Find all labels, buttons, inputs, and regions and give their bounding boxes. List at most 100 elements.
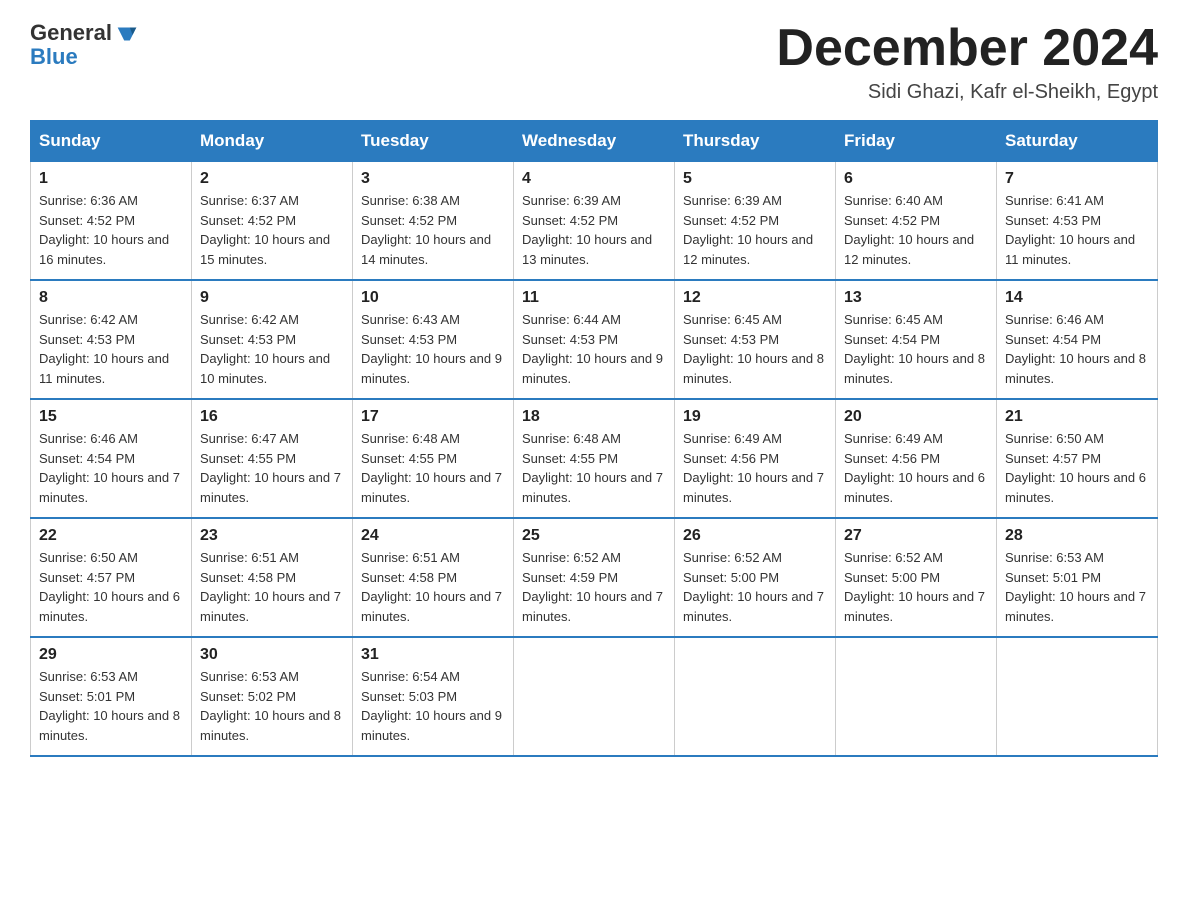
table-row: 5 Sunrise: 6:39 AM Sunset: 4:52 PM Dayli… (675, 162, 836, 281)
day-info: Sunrise: 6:42 AM Sunset: 4:53 PM Dayligh… (39, 310, 183, 388)
table-row: 28 Sunrise: 6:53 AM Sunset: 5:01 PM Dayl… (997, 518, 1158, 637)
day-info: Sunrise: 6:46 AM Sunset: 4:54 PM Dayligh… (1005, 310, 1149, 388)
calendar-week-row: 1 Sunrise: 6:36 AM Sunset: 4:52 PM Dayli… (31, 162, 1158, 281)
table-row: 11 Sunrise: 6:44 AM Sunset: 4:53 PM Dayl… (514, 280, 675, 399)
table-row: 20 Sunrise: 6:49 AM Sunset: 4:56 PM Dayl… (836, 399, 997, 518)
day-info: Sunrise: 6:48 AM Sunset: 4:55 PM Dayligh… (361, 429, 505, 507)
day-info: Sunrise: 6:38 AM Sunset: 4:52 PM Dayligh… (361, 191, 505, 269)
day-info: Sunrise: 6:50 AM Sunset: 4:57 PM Dayligh… (39, 548, 183, 626)
day-number: 13 (844, 289, 988, 307)
col-tuesday: Tuesday (353, 121, 514, 162)
table-row: 16 Sunrise: 6:47 AM Sunset: 4:55 PM Dayl… (192, 399, 353, 518)
table-row: 18 Sunrise: 6:48 AM Sunset: 4:55 PM Dayl… (514, 399, 675, 518)
day-number: 29 (39, 646, 183, 664)
logo-text-black: General (30, 20, 112, 45)
table-row: 10 Sunrise: 6:43 AM Sunset: 4:53 PM Dayl… (353, 280, 514, 399)
day-number: 23 (200, 527, 344, 545)
table-row (514, 637, 675, 756)
table-row: 26 Sunrise: 6:52 AM Sunset: 5:00 PM Dayl… (675, 518, 836, 637)
table-row: 27 Sunrise: 6:52 AM Sunset: 5:00 PM Dayl… (836, 518, 997, 637)
day-info: Sunrise: 6:50 AM Sunset: 4:57 PM Dayligh… (1005, 429, 1149, 507)
table-row: 29 Sunrise: 6:53 AM Sunset: 5:01 PM Dayl… (31, 637, 192, 756)
day-info: Sunrise: 6:51 AM Sunset: 4:58 PM Dayligh… (200, 548, 344, 626)
col-monday: Monday (192, 121, 353, 162)
table-row: 15 Sunrise: 6:46 AM Sunset: 4:54 PM Dayl… (31, 399, 192, 518)
day-number: 4 (522, 170, 666, 188)
calendar-week-row: 29 Sunrise: 6:53 AM Sunset: 5:01 PM Dayl… (31, 637, 1158, 756)
day-number: 3 (361, 170, 505, 188)
location-subtitle: Sidi Ghazi, Kafr el-Sheikh, Egypt (776, 81, 1158, 104)
day-number: 27 (844, 527, 988, 545)
table-row: 17 Sunrise: 6:48 AM Sunset: 4:55 PM Dayl… (353, 399, 514, 518)
month-year-title: December 2024 (776, 20, 1158, 77)
day-info: Sunrise: 6:48 AM Sunset: 4:55 PM Dayligh… (522, 429, 666, 507)
day-info: Sunrise: 6:52 AM Sunset: 5:00 PM Dayligh… (683, 548, 827, 626)
table-row: 25 Sunrise: 6:52 AM Sunset: 4:59 PM Dayl… (514, 518, 675, 637)
table-row: 23 Sunrise: 6:51 AM Sunset: 4:58 PM Dayl… (192, 518, 353, 637)
table-row: 13 Sunrise: 6:45 AM Sunset: 4:54 PM Dayl… (836, 280, 997, 399)
day-number: 20 (844, 408, 988, 426)
day-info: Sunrise: 6:41 AM Sunset: 4:53 PM Dayligh… (1005, 191, 1149, 269)
day-number: 9 (200, 289, 344, 307)
day-number: 26 (683, 527, 827, 545)
day-number: 16 (200, 408, 344, 426)
day-number: 14 (1005, 289, 1149, 307)
day-info: Sunrise: 6:45 AM Sunset: 4:53 PM Dayligh… (683, 310, 827, 388)
table-row: 21 Sunrise: 6:50 AM Sunset: 4:57 PM Dayl… (997, 399, 1158, 518)
day-info: Sunrise: 6:43 AM Sunset: 4:53 PM Dayligh… (361, 310, 505, 388)
day-info: Sunrise: 6:52 AM Sunset: 4:59 PM Dayligh… (522, 548, 666, 626)
day-info: Sunrise: 6:40 AM Sunset: 4:52 PM Dayligh… (844, 191, 988, 269)
day-number: 6 (844, 170, 988, 188)
day-info: Sunrise: 6:37 AM Sunset: 4:52 PM Dayligh… (200, 191, 344, 269)
day-number: 8 (39, 289, 183, 307)
calendar-week-row: 22 Sunrise: 6:50 AM Sunset: 4:57 PM Dayl… (31, 518, 1158, 637)
day-info: Sunrise: 6:52 AM Sunset: 5:00 PM Dayligh… (844, 548, 988, 626)
day-number: 15 (39, 408, 183, 426)
day-info: Sunrise: 6:53 AM Sunset: 5:01 PM Dayligh… (39, 667, 183, 745)
day-info: Sunrise: 6:39 AM Sunset: 4:52 PM Dayligh… (683, 191, 827, 269)
calendar-table: Sunday Monday Tuesday Wednesday Thursday… (30, 120, 1158, 757)
day-number: 5 (683, 170, 827, 188)
col-friday: Friday (836, 121, 997, 162)
col-wednesday: Wednesday (514, 121, 675, 162)
day-number: 28 (1005, 527, 1149, 545)
day-number: 22 (39, 527, 183, 545)
title-block: December 2024 Sidi Ghazi, Kafr el-Sheikh… (776, 20, 1158, 104)
day-info: Sunrise: 6:51 AM Sunset: 4:58 PM Dayligh… (361, 548, 505, 626)
day-number: 18 (522, 408, 666, 426)
day-number: 1 (39, 170, 183, 188)
col-thursday: Thursday (675, 121, 836, 162)
table-row: 6 Sunrise: 6:40 AM Sunset: 4:52 PM Dayli… (836, 162, 997, 281)
table-row: 24 Sunrise: 6:51 AM Sunset: 4:58 PM Dayl… (353, 518, 514, 637)
calendar-week-row: 15 Sunrise: 6:46 AM Sunset: 4:54 PM Dayl… (31, 399, 1158, 518)
table-row: 14 Sunrise: 6:46 AM Sunset: 4:54 PM Dayl… (997, 280, 1158, 399)
day-number: 24 (361, 527, 505, 545)
day-number: 12 (683, 289, 827, 307)
table-row: 1 Sunrise: 6:36 AM Sunset: 4:52 PM Dayli… (31, 162, 192, 281)
day-info: Sunrise: 6:49 AM Sunset: 4:56 PM Dayligh… (844, 429, 988, 507)
calendar-header-row: Sunday Monday Tuesday Wednesday Thursday… (31, 121, 1158, 162)
day-number: 2 (200, 170, 344, 188)
day-info: Sunrise: 6:39 AM Sunset: 4:52 PM Dayligh… (522, 191, 666, 269)
day-info: Sunrise: 6:54 AM Sunset: 5:03 PM Dayligh… (361, 667, 505, 745)
table-row (836, 637, 997, 756)
table-row: 19 Sunrise: 6:49 AM Sunset: 4:56 PM Dayl… (675, 399, 836, 518)
logo-icon (113, 20, 141, 48)
day-number: 31 (361, 646, 505, 664)
table-row: 4 Sunrise: 6:39 AM Sunset: 4:52 PM Dayli… (514, 162, 675, 281)
table-row: 7 Sunrise: 6:41 AM Sunset: 4:53 PM Dayli… (997, 162, 1158, 281)
table-row: 31 Sunrise: 6:54 AM Sunset: 5:03 PM Dayl… (353, 637, 514, 756)
logo: General Blue (30, 20, 142, 70)
day-number: 7 (1005, 170, 1149, 188)
table-row (997, 637, 1158, 756)
table-row: 22 Sunrise: 6:50 AM Sunset: 4:57 PM Dayl… (31, 518, 192, 637)
table-row: 8 Sunrise: 6:42 AM Sunset: 4:53 PM Dayli… (31, 280, 192, 399)
calendar-week-row: 8 Sunrise: 6:42 AM Sunset: 4:53 PM Dayli… (31, 280, 1158, 399)
col-sunday: Sunday (31, 121, 192, 162)
day-number: 21 (1005, 408, 1149, 426)
day-info: Sunrise: 6:45 AM Sunset: 4:54 PM Dayligh… (844, 310, 988, 388)
table-row: 2 Sunrise: 6:37 AM Sunset: 4:52 PM Dayli… (192, 162, 353, 281)
day-info: Sunrise: 6:36 AM Sunset: 4:52 PM Dayligh… (39, 191, 183, 269)
day-number: 17 (361, 408, 505, 426)
day-info: Sunrise: 6:53 AM Sunset: 5:01 PM Dayligh… (1005, 548, 1149, 626)
